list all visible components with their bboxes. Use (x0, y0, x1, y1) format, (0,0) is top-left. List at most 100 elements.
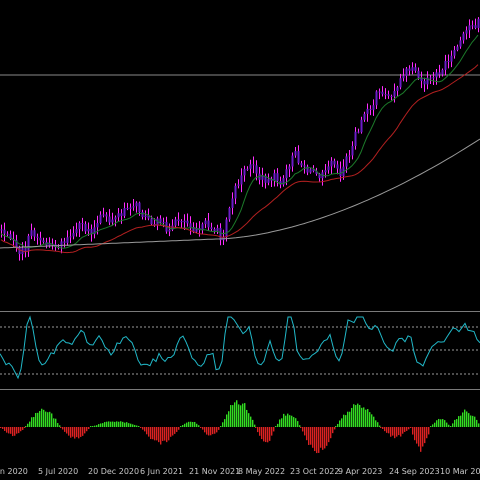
histogram-bar-positive (339, 420, 341, 427)
histogram-bar-negative (302, 427, 304, 432)
histogram-bar-positive (51, 413, 53, 427)
histogram-bar-positive (118, 421, 120, 427)
histogram-bar-negative (172, 427, 174, 436)
candle-body (432, 77, 435, 79)
x-axis-label: 10 Mar 2024 (440, 467, 480, 476)
histogram-bar-negative (72, 427, 74, 437)
histogram-bar-negative (328, 427, 330, 443)
histogram-bar-positive (448, 424, 450, 427)
histogram-bar-positive (472, 415, 474, 427)
histogram-bar-negative (140, 427, 142, 428)
histogram-bar-positive (112, 421, 114, 427)
histogram-bar-negative (390, 427, 392, 437)
histogram-bar-negative (273, 427, 275, 432)
candle-body (276, 173, 279, 182)
candle-body (66, 237, 69, 243)
histogram-bar-positive (33, 417, 35, 427)
candle-body (183, 220, 186, 223)
candle-body (453, 49, 456, 56)
histogram-bar-positive (184, 423, 186, 427)
histogram-bar-positive (37, 412, 39, 427)
candle-body (168, 229, 171, 232)
histogram-panel[interactable] (0, 391, 480, 463)
histogram-bar-positive (367, 409, 369, 427)
histogram-bar-positive (279, 419, 281, 427)
histogram-bar-negative (174, 427, 176, 434)
histogram-bar-positive (379, 425, 381, 427)
candle-body (144, 215, 147, 217)
candle-body (81, 223, 84, 225)
histogram-bar-negative (154, 427, 156, 441)
histogram-bar-positive (104, 422, 106, 427)
histogram-bar-positive (246, 409, 248, 427)
histogram-bar-positive (45, 411, 47, 427)
candle-body (204, 220, 207, 225)
candle-body (243, 169, 246, 176)
histogram-bar-positive (226, 414, 228, 427)
histogram-bar-positive (450, 426, 452, 427)
candle-body (231, 198, 234, 208)
candle-body (360, 119, 363, 133)
panel-separator-2[interactable] (0, 389, 480, 390)
candle-body (375, 91, 378, 106)
candle-body (141, 212, 144, 217)
candle-body (324, 170, 327, 173)
histogram-bar-negative (210, 427, 212, 436)
ma-mid-line (0, 64, 479, 254)
histogram-bar-positive (228, 411, 230, 427)
candle-body (150, 218, 153, 225)
candle-body (102, 214, 105, 216)
candle-body (291, 155, 294, 167)
candle-body (399, 78, 402, 88)
histogram-bar-negative (400, 427, 402, 437)
histogram-bar-positive (25, 426, 27, 427)
trading-chart[interactable]: an 2020 5 Jul 2020 20 Dec 20206 Jun 2021 21… (0, 0, 480, 480)
candle-body (327, 166, 330, 171)
x-axis-label: 9 Apr 2023 (338, 467, 383, 476)
price-panel[interactable] (0, 0, 480, 310)
candle-body (447, 60, 450, 62)
histogram-bar-positive (41, 408, 43, 427)
histogram-bar-negative (255, 427, 257, 428)
histogram-bar-negative (160, 427, 162, 445)
panel-separator-1[interactable] (0, 311, 480, 312)
histogram-bar-positive (57, 423, 59, 427)
candle-body (234, 185, 237, 199)
histogram-bar-negative (428, 427, 430, 435)
histogram-bar-positive (132, 424, 134, 427)
histogram-bar-negative (0, 427, 2, 428)
histogram-bar-negative (146, 427, 148, 435)
histogram-bar-positive (335, 426, 337, 427)
histogram-bar-positive (369, 412, 371, 427)
histogram-bar-negative (88, 427, 90, 430)
histogram-bar-negative (68, 427, 70, 436)
histogram-bar-negative (259, 427, 261, 436)
candle-body (384, 94, 387, 96)
histogram-bar-negative (412, 427, 414, 435)
candle-body (429, 77, 432, 79)
x-axis-label: 8 May 2022 (238, 467, 286, 476)
oscillator-panel[interactable] (0, 313, 480, 387)
histogram-bar-positive (128, 423, 130, 427)
histogram-bar-negative (422, 427, 424, 447)
histogram-bar-positive (337, 423, 339, 427)
candle-body (345, 156, 348, 167)
candle-body (114, 217, 117, 220)
histogram-bar-positive (244, 403, 246, 427)
candle-body (117, 213, 120, 218)
histogram-bar-positive (371, 414, 373, 427)
histogram-bar-positive (297, 421, 299, 427)
candle-body (405, 68, 408, 76)
histogram-bar-negative (324, 427, 326, 449)
histogram-bar-negative (82, 427, 84, 436)
histogram-bar-negative (218, 427, 220, 430)
histogram-bar-positive (236, 400, 238, 427)
histogram-bar-positive (240, 405, 242, 427)
histogram-bar-positive (53, 418, 55, 427)
histogram-bar-positive (194, 421, 196, 427)
histogram-bar-positive (476, 419, 478, 427)
histogram-bar-negative (214, 427, 216, 434)
candle-body (129, 207, 132, 209)
histogram-bar-negative (86, 427, 88, 432)
histogram-bar-positive (116, 421, 118, 427)
